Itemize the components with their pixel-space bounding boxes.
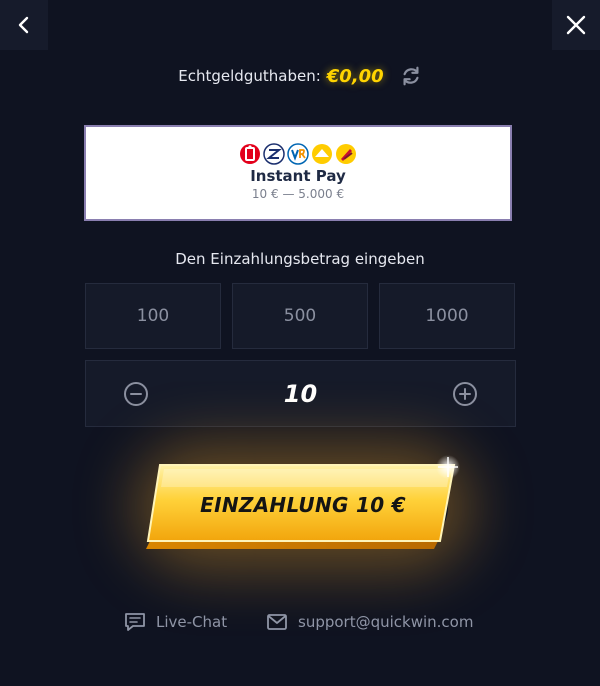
- deposit-modal: Echtgeldguthaben: €0,00 Instant Pay 10 €…: [0, 0, 600, 686]
- chat-icon: [125, 613, 145, 631]
- refresh-icon: [403, 66, 419, 86]
- decrease-amount-button[interactable]: [122, 380, 150, 408]
- support-email-label: support@quickwin.com: [298, 613, 474, 631]
- deposit-amount-prompt: Den Einzahlungsbetrag eingeben: [175, 250, 425, 268]
- vr-icon: [287, 143, 309, 165]
- refresh-button[interactable]: [400, 65, 422, 87]
- minus-circle-icon: [124, 382, 148, 406]
- sparkasse-icon: [240, 144, 260, 164]
- payment-method-name: Instant Pay: [250, 167, 346, 185]
- preset-amount-500[interactable]: 500: [232, 283, 368, 349]
- balance-label: Echtgeldguthaben:: [178, 67, 321, 85]
- close-icon: [566, 15, 586, 35]
- preset-amount-1000[interactable]: 1000: [379, 283, 515, 349]
- increase-amount-button[interactable]: [451, 380, 479, 408]
- payment-method-card[interactable]: Instant Pay 10 € — 5.000 €: [84, 125, 512, 221]
- bank-yellow-icon: [336, 144, 356, 164]
- mail-icon: [267, 614, 287, 630]
- amount-input[interactable]: 10: [186, 361, 415, 426]
- live-chat-link[interactable]: Live-Chat: [124, 610, 227, 634]
- deposit-button[interactable]: EINZAHLUNG 10 €: [138, 455, 468, 565]
- plus-circle-icon: [453, 382, 477, 406]
- payment-method-range: 10 € — 5.000 €: [251, 187, 345, 201]
- close-button[interactable]: [552, 0, 600, 50]
- amount-stepper: 10: [85, 360, 516, 427]
- balance-value: €0,00: [326, 65, 384, 87]
- bank-roof-icon: [312, 144, 332, 164]
- bank-logos: [239, 143, 357, 165]
- chevron-left-icon: [18, 16, 29, 34]
- live-chat-label: Live-Chat: [156, 613, 228, 631]
- support-email-link[interactable]: support@quickwin.com: [266, 610, 473, 634]
- bank-z-icon: [263, 143, 285, 165]
- preset-amount-100[interactable]: 100: [85, 283, 221, 349]
- back-button[interactable]: [0, 0, 48, 50]
- balance-row: Echtgeldguthaben: €0,00: [0, 62, 600, 90]
- deposit-button-label: EINZAHLUNG 10 €: [200, 493, 406, 517]
